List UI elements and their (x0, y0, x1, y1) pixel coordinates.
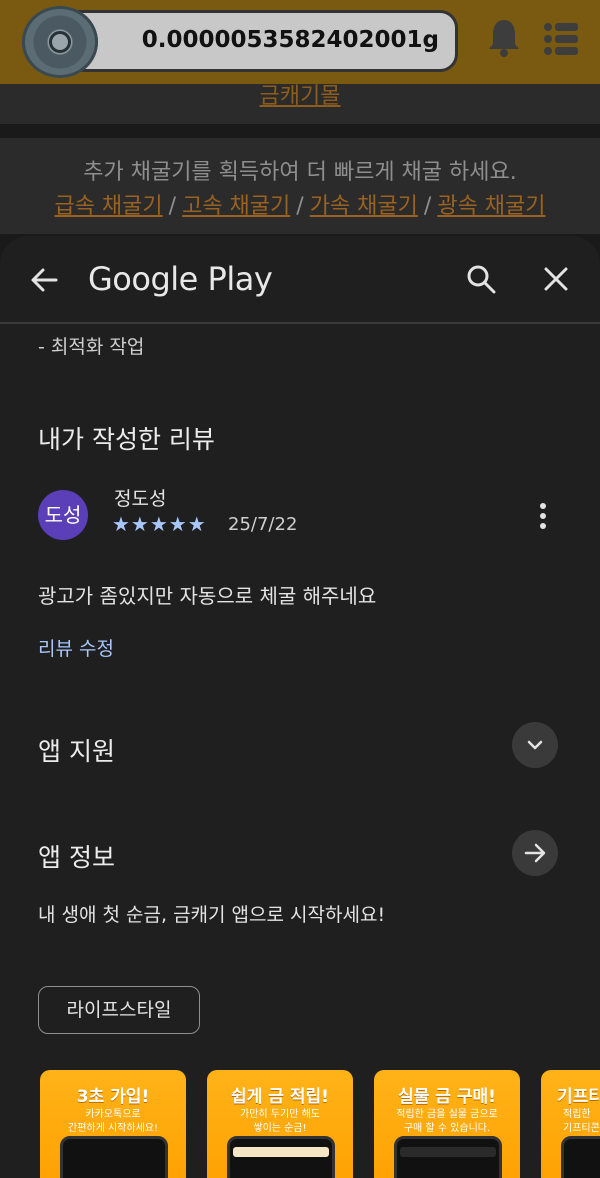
sheet-header: Google Play (0, 236, 600, 324)
app-topbar: 0.0000053582402001g (0, 0, 600, 84)
separator: / (296, 194, 304, 219)
phone-mockup (394, 1136, 502, 1178)
star-rating: ★★★★★ (112, 512, 207, 536)
expand-app-support-button[interactable] (512, 722, 558, 768)
screenshot-subtitle: 적립한 금을 실물 금으로 구매 할 수 있습니다. (396, 1109, 498, 1134)
arrow-right-icon (524, 843, 546, 863)
page-title: Google Play (88, 260, 273, 298)
miner-links: 급속 채굴기 / 고속 채굴기 / 가속 채굴기 / 광속 채굴기 (0, 188, 600, 220)
separator: / (168, 194, 177, 219)
balance-display: 0.0000053582402001g (60, 10, 458, 72)
my-review-heading: 내가 작성한 리뷰 (38, 425, 215, 454)
separator: / (423, 194, 432, 219)
close-icon[interactable] (544, 267, 568, 291)
screenshot-subtitle: 카카오톡으로 간편하게 시작하세요! (68, 1109, 158, 1134)
app-support-heading[interactable]: 앱 지원 (38, 732, 115, 768)
phone-mockup (227, 1136, 335, 1178)
screenshot-card[interactable]: 기프티 적립한 기프티콘 (541, 1070, 600, 1178)
phone-mockup (561, 1136, 600, 1178)
screenshot-title: 3초 가입! (76, 1087, 150, 1107)
google-play-sheet: Google Play - 최적화 작업 내가 작성한 리뷰 도성 정도성 ★★… (0, 236, 600, 1178)
app-info-heading[interactable]: 앱 정보 (38, 838, 115, 874)
changelog-line: - 최적화 작업 (38, 336, 145, 358)
avatar: 도성 (38, 490, 88, 540)
phone-mockup (60, 1136, 168, 1178)
reviewer-name: 정도성 (114, 488, 167, 510)
screenshot-subtitle: 적립한 기프티콘 (563, 1109, 600, 1134)
miner-promo-card: 추가 채굴기를 획득하여 더 빠르게 채굴 하세요. 급속 채굴기 / 고속 채굴기… (0, 138, 600, 234)
screenshot-card[interactable]: 3초 가입! 카카오톡으로 간편하게 시작하세요! (40, 1070, 186, 1178)
screenshot-card[interactable]: 쉽게 금 적립! 가만히 두기만 해도 쌓이는 순금! (207, 1070, 353, 1178)
miner-link-light-speed[interactable]: 광속 채굴기 (437, 194, 545, 219)
miner-link-high-speed[interactable]: 고속 채굴기 (182, 194, 290, 219)
screenshot-title: 쉽게 금 적립! (231, 1087, 329, 1107)
bell-icon[interactable] (486, 18, 522, 58)
balance-value: 0.0000053582402001g (141, 27, 439, 53)
screenshot-title: 기프티 (557, 1087, 600, 1107)
chevron-down-icon (527, 740, 543, 750)
miner-link-rapid[interactable]: 급속 채굴기 (54, 194, 162, 219)
promo-text: 추가 채굴기를 획득하여 더 빠르게 채굴 하세요. (83, 160, 517, 185)
mall-link-strip: 금캐기몰 (0, 84, 600, 124)
back-arrow-icon[interactable] (30, 266, 58, 294)
category-chip[interactable]: 라이프스타일 (38, 986, 200, 1034)
review-text: 광고가 좀있지만 자동으로 체굴 해주네요 (38, 584, 377, 608)
search-icon[interactable] (466, 264, 496, 294)
screenshot-card[interactable]: 실물 금 구매! 적립한 금을 실물 금으로 구매 할 수 있습니다. (374, 1070, 520, 1178)
screenshot-title: 실물 금 구매! (398, 1087, 496, 1107)
mall-link[interactable]: 금캐기몰 (0, 78, 600, 110)
menu-icon[interactable] (543, 22, 579, 56)
screenshot-subtitle: 가만히 두기만 해도 쌓이는 순금! (240, 1109, 320, 1134)
screenshot-carousel[interactable]: 3초 가입! 카카오톡으로 간편하게 시작하세요! 쉽게 금 적립! 가만히 두… (40, 1070, 600, 1178)
more-options-icon[interactable] (538, 502, 548, 530)
vault-icon[interactable] (22, 6, 98, 78)
edit-review-link[interactable]: 리뷰 수정 (38, 634, 114, 661)
app-info-arrow-button[interactable] (512, 830, 558, 876)
miner-link-accelerated[interactable]: 가속 채굴기 (310, 194, 418, 219)
app-description: 내 생애 첫 순금, 금캐기 앱으로 시작하세요! (38, 904, 386, 926)
review-date: 25/7/22 (228, 514, 298, 535)
